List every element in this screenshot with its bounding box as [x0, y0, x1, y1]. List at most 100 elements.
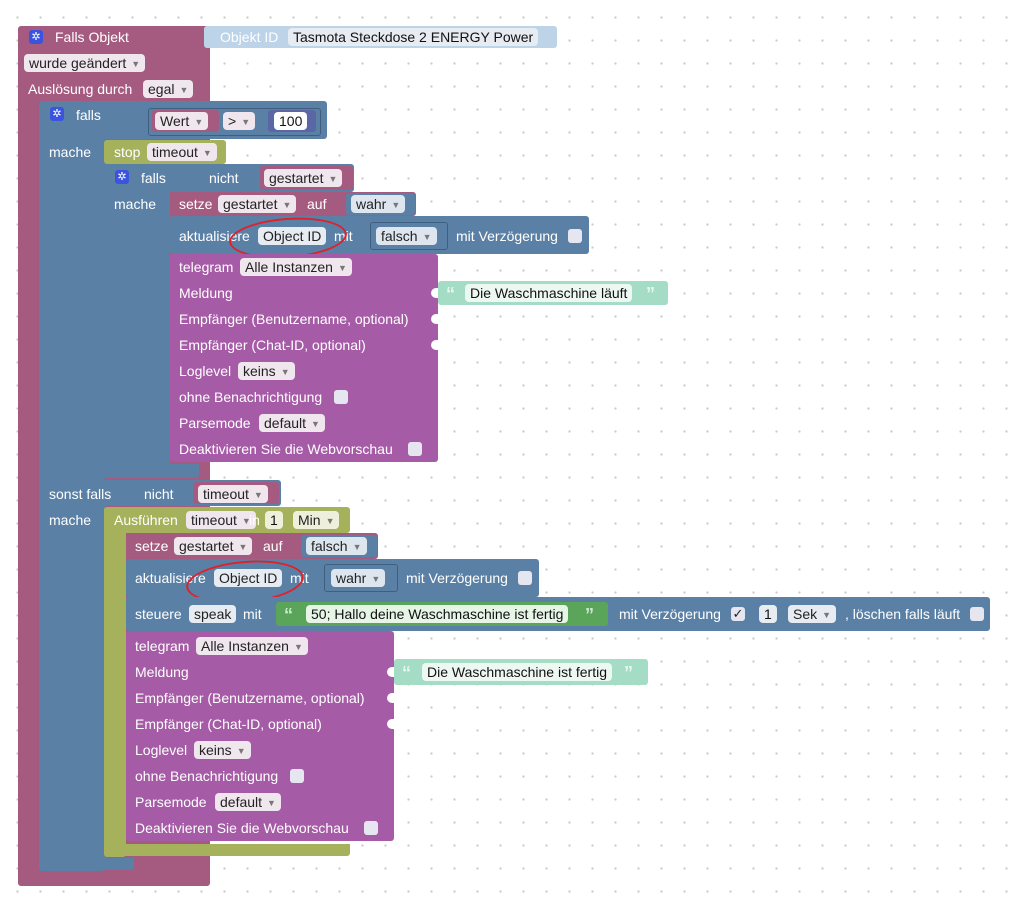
control-unit-dropdown[interactable]: Sek ▼ — [788, 605, 837, 623]
inner-if-footer — [104, 464, 199, 478]
telegram-loglevel-dropdown-1[interactable]: keins ▼ — [238, 362, 295, 380]
telegram-parsemode-dropdown-1[interactable]: default ▼ — [259, 414, 325, 432]
object-id-field[interactable]: Tasmota Steckdose 2 ENERGY Power — [288, 28, 539, 46]
bool-value-1: wahr — [356, 196, 387, 212]
set-label-1: setze — [179, 196, 213, 212]
changed-dropdown[interactable]: wurde geändert ▼ — [24, 54, 146, 72]
telegram-no-notify-checkbox-1[interactable] — [334, 390, 348, 404]
control-text-field[interactable]: 50; Hallo deine Waschmaschine ist fertig — [306, 605, 569, 623]
chevron-down-icon: ▼ — [253, 490, 263, 500]
update-value-dropdown-2[interactable]: wahr ▼ — [331, 569, 386, 587]
compare-left-dropdown[interactable]: Wert ▼ — [155, 112, 209, 130]
if-do-label: mache — [49, 144, 92, 160]
if-label: falls — [76, 107, 101, 123]
chevron-down-icon: ▼ — [371, 574, 381, 584]
control-clear-checkbox[interactable] — [970, 607, 984, 621]
control-delay-checkbox[interactable]: ✓ — [731, 607, 745, 621]
inner-if-var-dropdown[interactable]: gestartet ▼ — [264, 169, 343, 187]
update-value-1: falsch — [381, 228, 418, 244]
message-text-field-1[interactable]: Die Waschmaschine läuft — [465, 284, 633, 302]
recipient-chat-socket-1 — [431, 340, 438, 350]
inner-if-not-label: nicht — [209, 170, 239, 186]
compare-right-field[interactable]: 100 — [274, 112, 308, 130]
chevron-down-icon: ▼ — [328, 174, 338, 184]
control-object-field[interactable]: speak — [189, 605, 237, 623]
telegram-parsemode-dropdown-2[interactable]: default ▼ — [215, 793, 281, 811]
telegram-disable-preview-checkbox-1[interactable] — [408, 442, 422, 456]
control-amount-field[interactable]: 1 — [759, 605, 777, 623]
telegram-loglevel-dropdown-2[interactable]: keins ▼ — [194, 741, 251, 759]
run-var-value: timeout — [191, 512, 237, 528]
trigger-value: egal — [148, 81, 175, 97]
telegram-message-label-2: Meldung — [135, 664, 189, 680]
inner-if-do-label: mache — [114, 196, 157, 212]
chevron-down-icon: ▼ — [267, 798, 276, 808]
chevron-down-icon: ▼ — [422, 232, 432, 242]
chevron-down-icon: ▼ — [236, 746, 246, 756]
set-var-value-2: gestartet — [179, 538, 234, 554]
stop-timeout-dropdown[interactable]: timeout ▼ — [147, 143, 217, 161]
run-amount-field[interactable]: 1 — [265, 511, 283, 529]
changed-value: wurde geändert — [29, 55, 127, 71]
trigger-dropdown[interactable]: egal ▼ — [143, 80, 194, 98]
elseif-var-value: timeout — [203, 486, 249, 502]
telegram-disable-preview-checkbox-2[interactable] — [364, 821, 378, 835]
control-clear-label: , löschen falls läuft — [845, 606, 961, 622]
update-value-dropdown-1[interactable]: falsch ▼ — [376, 227, 437, 245]
bool-value-2: falsch — [311, 538, 348, 554]
timeout-block-footer — [104, 844, 350, 856]
telegram-loglevel-label-2: Loglevel — [135, 742, 188, 758]
telegram-instance-dropdown-2[interactable]: Alle Instanzen ▼ — [196, 637, 308, 655]
inner-if-var-value: gestartet — [269, 170, 324, 186]
telegram-recipient-user-1: Empfänger (Benutzername, optional) — [179, 311, 409, 327]
if-gear-icon[interactable]: ✲ — [50, 107, 64, 121]
bool-dropdown-1[interactable]: wahr ▼ — [351, 195, 406, 213]
update-delay-checkbox-2[interactable] — [518, 571, 532, 585]
object-id-label: Objekt ID — [220, 29, 279, 45]
timeout-block-spine — [104, 507, 126, 857]
event-gear-icon[interactable]: ✲ — [29, 30, 43, 44]
elseif-do-label: mache — [49, 512, 92, 528]
control-label: steuere — [135, 606, 182, 622]
compare-left-value: Wert — [160, 113, 190, 129]
telegram-message-label-1: Meldung — [179, 285, 233, 301]
telegram-loglevel-label-1: Loglevel — [179, 363, 232, 379]
control-with-label: mit — [243, 606, 262, 622]
chevron-down-icon: ▼ — [280, 367, 290, 377]
if-block-footer — [39, 858, 134, 870]
telegram-disable-preview-label-1: Deaktivieren Sie die Webvorschau — [179, 441, 393, 457]
telegram-instance-dropdown-1[interactable]: Alle Instanzen ▼ — [240, 258, 352, 276]
quote-close-icon: ” — [624, 663, 633, 683]
chevron-down-icon: ▼ — [179, 85, 189, 95]
control-delay-label: mit Verzögerung — [619, 606, 721, 622]
telegram-no-notify-label-1: ohne Benachrichtigung — [179, 389, 323, 405]
inner-if-gear-icon[interactable]: ✲ — [115, 170, 129, 184]
set-label-2: setze — [135, 538, 169, 554]
set-var-dropdown-1[interactable]: gestartet ▼ — [218, 195, 297, 213]
message-socket-2 — [387, 667, 394, 677]
message-socket-1 — [431, 288, 438, 298]
set-var-dropdown-2[interactable]: gestartet ▼ — [174, 537, 253, 555]
event-footer — [18, 876, 210, 886]
elseif-var-dropdown[interactable]: timeout ▼ — [198, 485, 268, 503]
chevron-down-icon: ▼ — [337, 263, 347, 273]
run-unit-dropdown[interactable]: Min ▼ — [293, 511, 340, 529]
chevron-down-icon: ▼ — [202, 148, 212, 158]
run-in-label: in — [249, 512, 260, 528]
recipient-chat-socket-2 — [387, 719, 394, 729]
update-delay-checkbox-1[interactable] — [568, 229, 582, 243]
bool-dropdown-2[interactable]: falsch ▼ — [306, 537, 367, 555]
run-var-dropdown[interactable]: timeout ▼ — [186, 511, 256, 529]
chevron-down-icon: ▼ — [282, 200, 292, 210]
telegram-parsemode-value-2: default — [220, 794, 263, 810]
telegram-no-notify-label-2: ohne Benachrichtigung — [135, 768, 279, 784]
update-delay-label-1: mit Verzögerung — [456, 228, 558, 244]
message-text-field-2[interactable]: Die Waschmaschine ist fertig — [422, 663, 612, 681]
chevron-down-icon: ▼ — [822, 610, 832, 620]
telegram-no-notify-checkbox-2[interactable] — [290, 769, 304, 783]
run-label: Ausführen — [114, 512, 178, 528]
run-unit-value: Min — [298, 512, 321, 528]
set-to-label-1: auf — [307, 196, 327, 212]
compare-operator-dropdown[interactable]: > ▼ — [223, 112, 256, 130]
set-var-value-1: gestartet — [223, 196, 278, 212]
